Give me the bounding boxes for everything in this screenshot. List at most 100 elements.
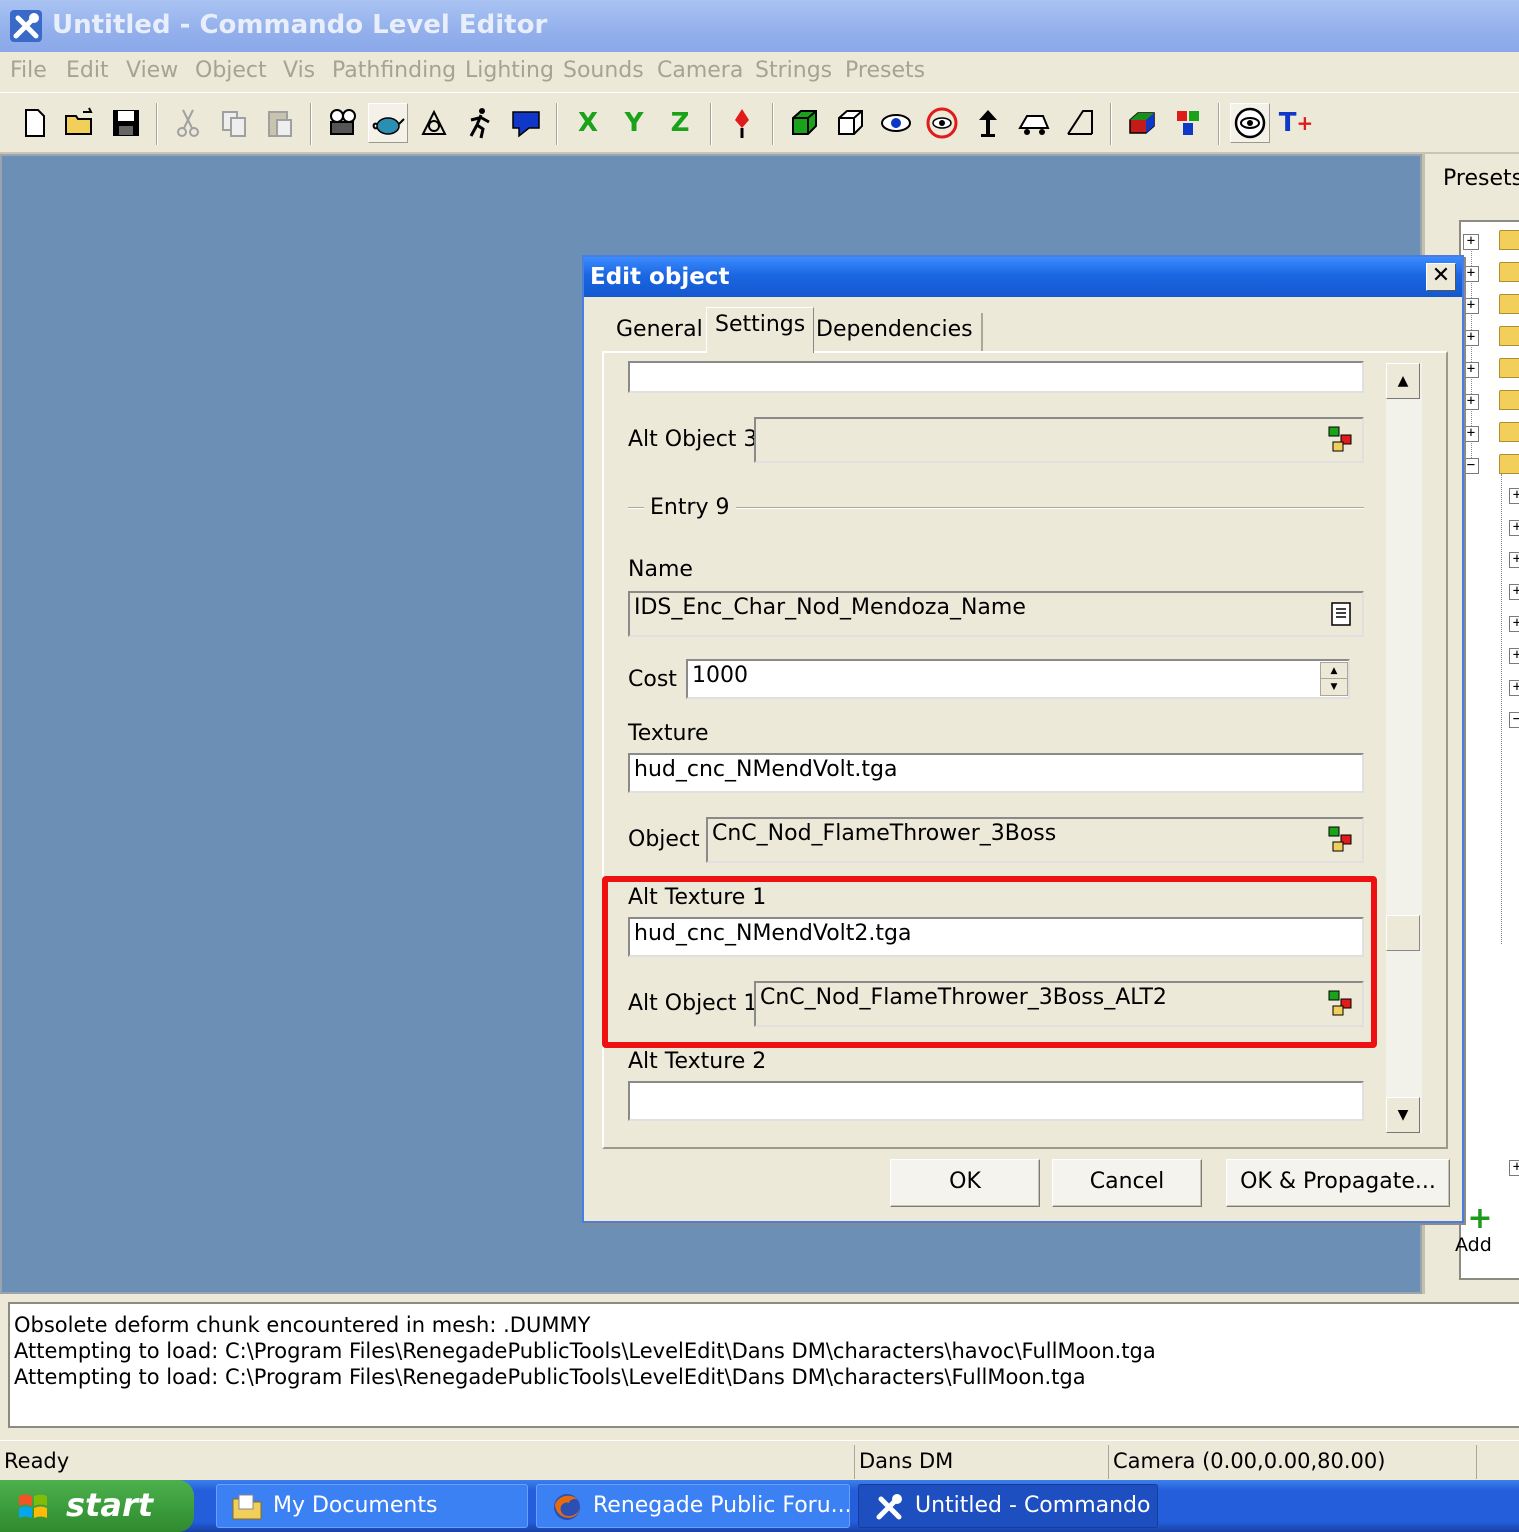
tree-expand-icon[interactable]: + (1463, 234, 1479, 250)
preset-picker-icon[interactable] (1324, 986, 1358, 1020)
tree-expand-icon[interactable]: + (1509, 680, 1519, 696)
object-field[interactable]: CnC_Nod_FlameThrower_3Boss (706, 817, 1364, 863)
tree-expand-icon[interactable]: + (1509, 584, 1519, 600)
tree-expand-icon[interactable]: + (1509, 616, 1519, 632)
new-file-icon[interactable] (14, 103, 54, 143)
status-bar: Ready Dans DM Camera (0.00,0.00,80.00) (0, 1440, 1519, 1480)
open-folder-icon[interactable] (60, 103, 100, 143)
ok-button[interactable]: OK (890, 1159, 1040, 1207)
window-title: Untitled - Commando Level Editor (52, 10, 548, 40)
object-label: Object (628, 827, 700, 852)
scroll-thumb[interactable] (1386, 915, 1420, 951)
title-bar[interactable]: Untitled - Commando Level Editor (0, 0, 1519, 52)
save-icon[interactable] (106, 103, 146, 143)
tree-expand-icon[interactable]: + (1463, 266, 1479, 282)
cost-field[interactable]: 1000 (686, 659, 1350, 699)
y-axis-icon[interactable]: Y (614, 103, 654, 143)
add-label: Add (1455, 1234, 1492, 1256)
tree-expand-icon[interactable]: + (1463, 426, 1479, 442)
alt-texture-1-field[interactable]: hud_cnc_NMendVolt2.tga (628, 917, 1364, 957)
alt-object-1-field[interactable]: CnC_Nod_FlameThrower_3Boss_ALT2 (754, 981, 1364, 1027)
tab-settings[interactable]: Settings (706, 307, 815, 353)
rgb-blocks-icon[interactable] (1168, 103, 1208, 143)
task-renegade-forum[interactable]: Renegade Public Foru... (536, 1484, 850, 1528)
menu-lighting[interactable]: Lighting (465, 58, 554, 83)
solid-cube-icon[interactable] (784, 103, 824, 143)
previous-entry-field[interactable] (628, 361, 1364, 393)
x-axis-icon[interactable]: X (568, 103, 608, 143)
start-button[interactable]: start (0, 1480, 194, 1532)
texture-field[interactable]: hud_cnc_NMendVolt.tga (628, 753, 1364, 793)
taskbar: start My Documents Renegade Public Foru.… (0, 1480, 1519, 1532)
vehicle-icon[interactable] (1014, 103, 1054, 143)
alt-texture-2-field[interactable] (628, 1081, 1364, 1121)
z-axis-icon[interactable]: Z (660, 103, 700, 143)
menu-edit[interactable]: Edit (66, 58, 109, 83)
preset-picker-icon[interactable] (1324, 422, 1358, 456)
angle-icon[interactable] (1060, 103, 1100, 143)
hidden-eye-icon[interactable] (922, 103, 962, 143)
presets-tree[interactable]: + + + + + + + − + + + + + + + − + (1459, 220, 1519, 1280)
tree-collapse-icon[interactable]: − (1509, 712, 1519, 728)
stepper-up-icon[interactable]: ▲ (1321, 663, 1347, 679)
wire-cube-icon[interactable] (830, 103, 870, 143)
spawn-marker-icon[interactable] (722, 103, 762, 143)
menu-file[interactable]: File (10, 58, 47, 83)
scroll-up-icon[interactable]: ▲ (1386, 363, 1420, 399)
task-label: Untitled - Commando ... (915, 1493, 1158, 1518)
stepper-down-icon[interactable]: ▼ (1321, 679, 1347, 695)
running-man-icon[interactable] (460, 103, 500, 143)
alt-object-3-field[interactable] (754, 417, 1364, 463)
eye-view-icon[interactable] (1230, 103, 1270, 143)
tree-expand-icon[interactable]: + (1509, 648, 1519, 664)
tree-expand-icon[interactable]: + (1509, 552, 1519, 568)
tree-expand-icon[interactable]: + (1509, 488, 1519, 504)
task-label: My Documents (273, 1493, 438, 1518)
menu-presets[interactable]: Presets (845, 58, 925, 83)
cancel-button[interactable]: Cancel (1052, 1159, 1202, 1207)
tree-expand-icon[interactable]: + (1509, 1160, 1519, 1176)
scroll-down-icon[interactable]: ▼ (1386, 1097, 1420, 1133)
firefox-icon (554, 1494, 580, 1520)
flag-icon[interactable] (506, 103, 546, 143)
menu-strings[interactable]: Strings (755, 58, 832, 83)
tree-collapse-icon[interactable]: − (1463, 458, 1479, 474)
folder-icon (1499, 294, 1519, 314)
ok-propagate-button[interactable]: OK & Propagate... (1226, 1159, 1450, 1207)
dialog-close-button[interactable]: ✕ (1426, 263, 1456, 291)
tab-dependencies[interactable]: Dependencies (808, 313, 983, 351)
menu-pathfinding[interactable]: Pathfinding (332, 58, 456, 83)
task-my-documents[interactable]: My Documents (216, 1484, 528, 1528)
cost-stepper[interactable]: ▲ ▼ (1320, 662, 1348, 696)
menu-view[interactable]: View (126, 58, 178, 83)
lamp-icon[interactable] (968, 103, 1008, 143)
tree-expand-icon[interactable]: + (1463, 362, 1479, 378)
dialog-title: Edit object (590, 264, 730, 290)
color-cube-icon[interactable] (1122, 103, 1162, 143)
status-camera: Camera (0.00,0.00,80.00) (1108, 1445, 1472, 1479)
text-tool-icon[interactable]: T + (1276, 103, 1316, 143)
menu-sounds[interactable]: Sounds (563, 58, 644, 83)
folder-icon (1499, 262, 1519, 282)
task-level-editor[interactable]: Untitled - Commando ... (858, 1484, 1158, 1528)
menu-vis[interactable]: Vis (283, 58, 315, 83)
menu-object[interactable]: Object (195, 58, 267, 83)
settings-scrollbar[interactable]: ▲ ▼ (1386, 363, 1422, 1133)
tree-expand-icon[interactable]: + (1463, 298, 1479, 314)
cost-label: Cost (628, 667, 677, 692)
tab-general[interactable]: General (608, 313, 713, 351)
output-log[interactable]: Obsolete deform chunk encountered in mes… (8, 1302, 1519, 1428)
preset-picker-icon[interactable] (1324, 822, 1358, 856)
status-level: Dans DM (854, 1445, 1104, 1479)
gizmo-axes-icon[interactable] (414, 103, 454, 143)
tree-expand-icon[interactable]: + (1463, 330, 1479, 346)
camera-film-icon[interactable] (322, 103, 362, 143)
name-field[interactable]: IDS_Enc_Char_Nod_Mendoza_Name (628, 591, 1364, 637)
teapot-icon[interactable] (368, 103, 408, 143)
string-picker-icon[interactable] (1324, 597, 1358, 631)
menu-camera[interactable]: Camera (657, 58, 743, 83)
tree-expand-icon[interactable]: + (1463, 394, 1479, 410)
view-eye-icon[interactable] (876, 103, 916, 143)
tree-expand-icon[interactable]: + (1509, 520, 1519, 536)
dialog-title-bar[interactable]: Edit object ✕ (584, 257, 1462, 297)
